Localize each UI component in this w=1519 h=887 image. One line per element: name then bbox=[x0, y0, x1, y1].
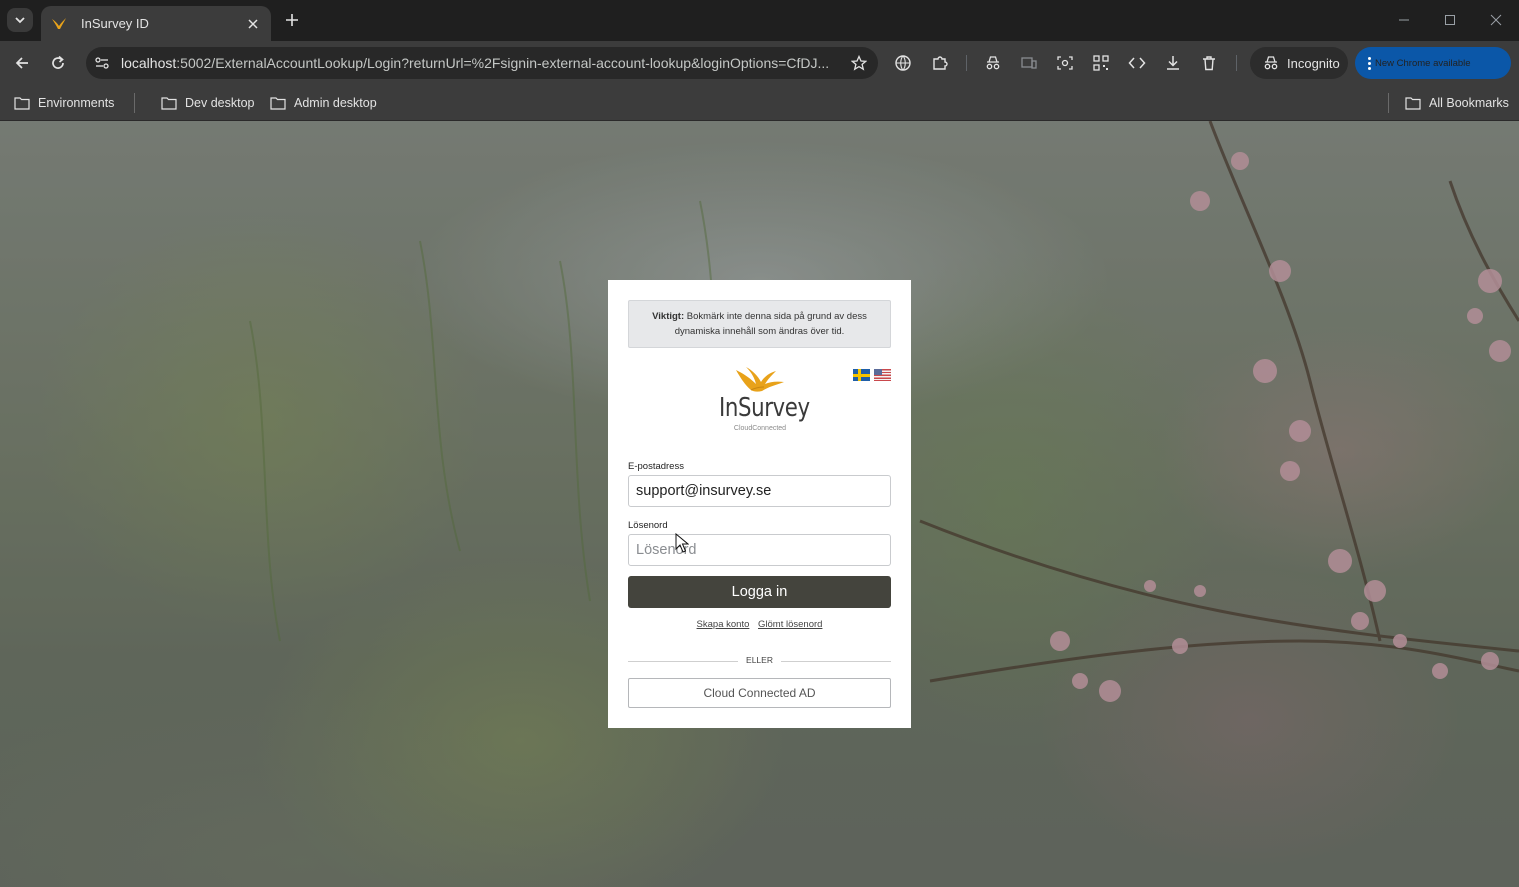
notice-text: Bokmärk inte denna sida på grund av dess… bbox=[674, 311, 867, 337]
notice-bold-label: Viktigt: bbox=[652, 311, 685, 322]
incognito-indicator[interactable]: Incognito bbox=[1250, 47, 1348, 79]
us-flag-icon[interactable] bbox=[874, 369, 891, 381]
device-toggle-icon[interactable] bbox=[1019, 53, 1039, 73]
cloud-connected-ad-button[interactable]: Cloud Connected AD bbox=[628, 678, 891, 708]
tab-strip: InSurvey ID bbox=[0, 0, 1519, 41]
bookmark-warning-notice: Viktigt: Bokmärk inte denna sida på grun… bbox=[628, 300, 891, 348]
insurvey-favicon-icon bbox=[51, 16, 67, 32]
download-icon[interactable] bbox=[1163, 53, 1183, 73]
password-input[interactable] bbox=[628, 534, 891, 566]
bookmark-separator bbox=[1388, 93, 1389, 113]
bookmark-separator bbox=[134, 93, 135, 113]
folder-icon bbox=[270, 96, 286, 110]
insurvey-logo: InSurvey CloudConnected bbox=[710, 366, 810, 432]
logo-wordmark: InSurvey bbox=[719, 393, 810, 423]
bookmark-admin-desktop[interactable]: Admin desktop bbox=[270, 92, 377, 114]
incognito-label: Incognito bbox=[1287, 55, 1340, 71]
hummingbird-logo-icon bbox=[736, 367, 784, 392]
toolbar-separator bbox=[966, 55, 967, 71]
bookmark-star-icon[interactable] bbox=[850, 54, 868, 72]
update-chrome-label: New Chrome available bbox=[1375, 57, 1471, 69]
toolbar-separator bbox=[1236, 55, 1237, 71]
back-arrow-icon[interactable] bbox=[10, 51, 34, 75]
browser-tab[interactable]: InSurvey ID bbox=[41, 6, 271, 41]
devtools-code-icon[interactable] bbox=[1127, 53, 1147, 73]
tab-close-icon[interactable] bbox=[245, 16, 261, 32]
logo-subtitle: CloudConnected bbox=[733, 425, 787, 432]
url-text: localhost:5002/ExternalAccountLookup/Log… bbox=[121, 55, 830, 71]
page-viewport: Viktigt: Bokmärk inte denna sida på grun… bbox=[0, 121, 1519, 887]
login-card: Viktigt: Bokmärk inte denna sida på grun… bbox=[608, 280, 911, 728]
folder-icon bbox=[1405, 96, 1421, 110]
folder-icon bbox=[161, 96, 177, 110]
tab-title: InSurvey ID bbox=[81, 16, 149, 31]
or-divider: ELLER bbox=[628, 655, 891, 667]
login-button[interactable]: Logga in bbox=[628, 576, 891, 608]
maximize-icon[interactable] bbox=[1440, 10, 1460, 30]
address-bar[interactable]: localhost:5002/ExternalAccountLookup/Log… bbox=[86, 47, 878, 79]
minimize-icon[interactable] bbox=[1394, 10, 1414, 30]
email-label: E-postadress bbox=[628, 461, 684, 472]
forgot-password-link[interactable]: Glömt lösenord bbox=[758, 619, 822, 630]
account-links: Skapa konto Glömt lösenord bbox=[628, 619, 891, 630]
bookmark-dev-desktop[interactable]: Dev desktop bbox=[161, 92, 254, 114]
chevron-down-icon bbox=[15, 17, 25, 24]
language-selector bbox=[853, 369, 891, 381]
bookmarks-bar: Environments Dev desktop Admin desktop A… bbox=[0, 85, 1519, 121]
incognito-small-icon[interactable] bbox=[983, 53, 1003, 73]
screenshot-lens-icon[interactable] bbox=[1055, 53, 1075, 73]
update-chrome-button[interactable]: New Chrome available bbox=[1355, 47, 1511, 79]
more-menu-icon[interactable] bbox=[1366, 56, 1372, 70]
email-input[interactable] bbox=[628, 475, 891, 507]
bookmark-environments[interactable]: Environments bbox=[14, 92, 114, 114]
translate-globe-icon[interactable] bbox=[893, 53, 913, 73]
or-text: ELLER bbox=[746, 655, 773, 665]
swedish-flag-icon[interactable] bbox=[853, 369, 870, 381]
trash-icon[interactable] bbox=[1199, 53, 1219, 73]
password-label: Lösenord bbox=[628, 520, 668, 531]
browser-toolbar: localhost:5002/ExternalAccountLookup/Log… bbox=[0, 41, 1519, 85]
bookmark-all-bookmarks[interactable]: All Bookmarks bbox=[1405, 92, 1509, 114]
create-account-link[interactable]: Skapa konto bbox=[697, 619, 750, 630]
folder-icon bbox=[14, 96, 30, 110]
extensions-puzzle-icon[interactable] bbox=[930, 53, 950, 73]
new-tab-icon[interactable] bbox=[282, 10, 302, 30]
qr-code-icon[interactable] bbox=[1091, 53, 1111, 73]
window-close-icon[interactable] bbox=[1486, 10, 1506, 30]
site-info-icon[interactable] bbox=[94, 55, 110, 71]
tab-search-button[interactable] bbox=[7, 8, 33, 32]
incognito-icon bbox=[1262, 54, 1280, 72]
reload-icon[interactable] bbox=[46, 51, 70, 75]
mouse-cursor-icon bbox=[675, 533, 689, 553]
